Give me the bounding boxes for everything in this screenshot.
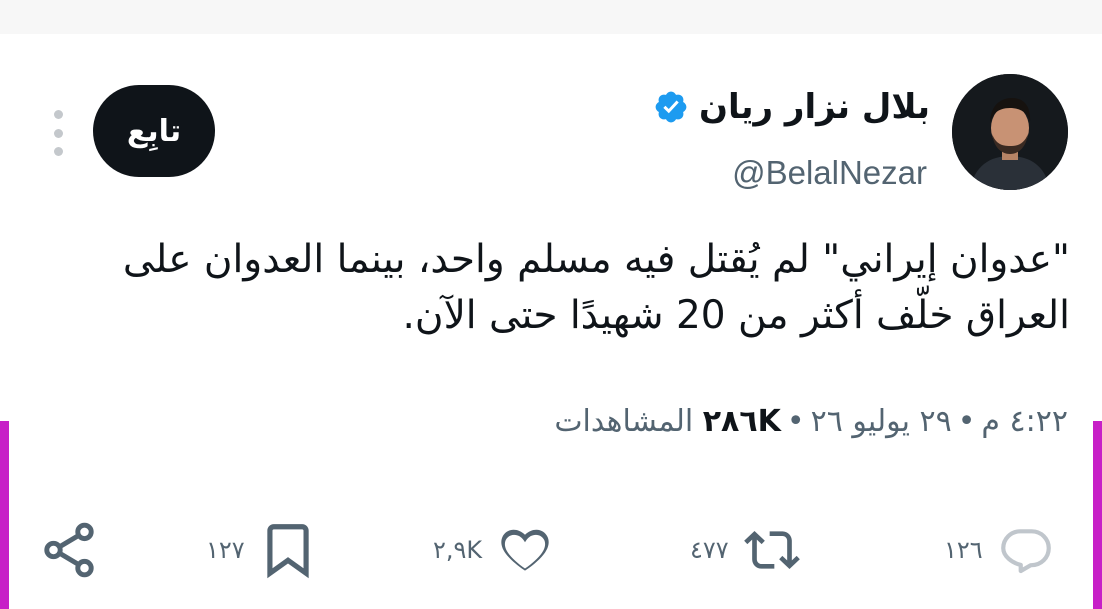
share-icon	[44, 522, 94, 578]
separator-dot: •	[786, 404, 805, 439]
avatar[interactable]	[952, 74, 1068, 190]
separator-dot: •	[957, 404, 976, 439]
reply-button[interactable]: ١٢٦	[944, 515, 1057, 585]
follow-button[interactable]: تابِع	[93, 85, 215, 177]
action-bar: ١٢٦ ٤٧٧ ٢,٩K ١٢٧	[0, 515, 1102, 585]
views-label: المشاهدات	[554, 404, 694, 439]
retweet-count: ٤٧٧	[690, 536, 729, 564]
tweet-date[interactable]: ٢٩ يوليو ٢٦	[811, 404, 952, 439]
like-count: ٢,٩K	[433, 536, 483, 564]
retweet-icon	[743, 531, 800, 569]
author-display-name[interactable]: بلال نزار ريان	[699, 87, 930, 127]
author-name-row: بلال نزار ريان	[653, 84, 930, 130]
verified-badge-icon	[655, 91, 687, 123]
bookmark-icon	[267, 524, 309, 579]
like-icon	[501, 529, 549, 571]
author-handle[interactable]: @BelalNezar	[732, 154, 927, 192]
tweet-time[interactable]: ٤:٢٢ م	[981, 404, 1068, 439]
reply-icon	[1000, 529, 1051, 574]
tweet-text: "عدوان إيراني" لم يُقتل فيه مسلم واحد، ب…	[122, 237, 1070, 338]
views-count: ٢٨٦K	[702, 404, 781, 439]
reply-count: ١٢٦	[944, 536, 983, 564]
tweet-meta: ٤:٢٢ م•٢٩ يوليو ٢٦•٢٨٦K المشاهدات	[554, 404, 1068, 439]
bookmark-button[interactable]: ١٢٧	[206, 515, 319, 585]
bookmark-count: ١٢٧	[206, 536, 245, 564]
retweet-button[interactable]: ٤٧٧	[690, 515, 803, 585]
more-options-icon[interactable]	[51, 110, 65, 156]
like-button[interactable]: ٢,٩K	[433, 515, 556, 585]
share-button[interactable]	[38, 515, 100, 585]
status-area	[0, 0, 1102, 34]
